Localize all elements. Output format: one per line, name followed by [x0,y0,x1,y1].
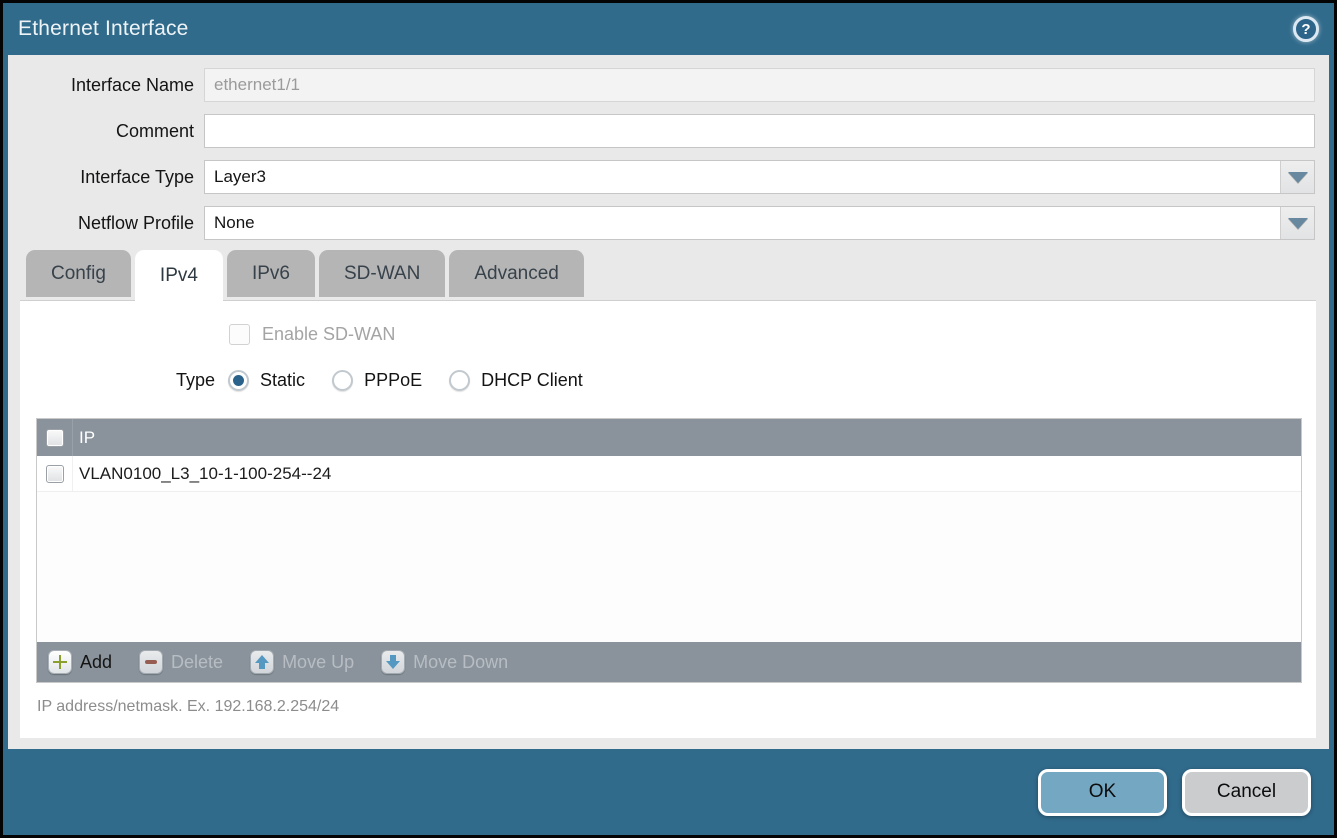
radio-option-pppoe[interactable]: PPPoE [332,370,422,391]
ethernet-interface-dialog: Ethernet Interface ? Interface Name Comm… [0,0,1337,838]
radio-option-static[interactable]: Static [228,370,305,391]
interface-name-field [204,68,1315,102]
tab-advanced[interactable]: Advanced [449,250,584,297]
ip-cell: VLAN0100_L3_10-1-100-254--24 [73,464,331,484]
ip-table-header: IP [37,419,1301,456]
dialog-title: Ethernet Interface [18,17,189,41]
chevron-down-icon [1288,172,1308,183]
ip-table: IP VLAN0100_L3_10-1-100-254--24 Add [36,418,1302,683]
add-button-label: Add [80,652,112,673]
interface-type-label: Interface Type [8,167,204,188]
interface-type-value: Layer3 [205,161,1280,193]
cancel-button[interactable]: Cancel [1182,769,1311,816]
form-row-interface-type: Interface Type Layer3 [8,160,1329,194]
delete-button[interactable]: Delete [139,650,223,674]
form-row-comment: Comment [8,114,1329,148]
arrow-up-icon [250,650,274,674]
table-row[interactable]: VLAN0100_L3_10-1-100-254--24 [37,456,1301,492]
table-toolbar: Add Delete Move Up Move Down [37,642,1301,682]
dialog-body: Interface Name Comment Interface Type [8,55,1329,749]
netflow-profile-label: Netflow Profile [8,213,204,234]
radio-label: DHCP Client [481,370,583,391]
enable-sdwan-label: Enable SD-WAN [262,324,395,345]
dialog-titlebar: Ethernet Interface ? [3,3,1334,55]
radio-label: Static [260,370,305,391]
interface-type-select[interactable]: Layer3 [204,160,1315,194]
move-down-button[interactable]: Move Down [381,650,508,674]
help-icon[interactable]: ? [1293,16,1319,42]
netflow-profile-dropdown-button[interactable] [1280,207,1314,239]
tab-ipv4[interactable]: IPv4 [135,250,223,301]
interface-form: Interface Name Comment Interface Type [8,68,1329,240]
tab-bar: Config IPv4 IPv6 SD-WAN Advanced [8,250,1329,300]
arrow-down-icon [381,650,405,674]
ipv4-panel: Enable SD-WAN Type Static PPPoE DHCP Cli… [20,300,1316,738]
move-down-button-label: Move Down [413,652,508,673]
row-checkbox-cell [37,456,73,491]
form-row-netflow-profile: Netflow Profile None [8,206,1329,240]
add-button[interactable]: Add [48,650,112,674]
type-radio-group: Type Static PPPoE DHCP Client [176,370,1316,391]
table-empty-area [37,492,1301,642]
move-up-button[interactable]: Move Up [250,650,354,674]
type-label: Type [176,370,215,391]
screen: Ethernet Interface ? Interface Name Comm… [0,0,1337,838]
select-all-checkbox[interactable] [46,429,64,447]
tab-sdwan[interactable]: SD-WAN [319,250,445,297]
comment-label: Comment [8,121,204,142]
radio-label: PPPoE [364,370,422,391]
interface-name-label: Interface Name [8,75,204,96]
form-row-interface-name: Interface Name [8,68,1329,102]
tab-config[interactable]: Config [26,250,131,297]
dialog-footer: OK Cancel [3,749,1334,835]
ip-format-hint: IP address/netmask. Ex. 192.168.2.254/24 [37,698,1316,716]
radio-unselected-icon [449,370,470,391]
header-checkbox-cell [37,419,73,456]
netflow-profile-select[interactable]: None [204,206,1315,240]
enable-sdwan-row: Enable SD-WAN [229,301,1316,345]
chevron-down-icon [1288,218,1308,229]
comment-field[interactable] [204,114,1315,148]
tab-ipv6[interactable]: IPv6 [227,250,315,297]
ok-button[interactable]: OK [1038,769,1167,816]
enable-sdwan-checkbox[interactable] [229,324,250,345]
ip-column-header[interactable]: IP [73,428,95,448]
radio-selected-icon [228,370,249,391]
radio-option-dhcp-client[interactable]: DHCP Client [449,370,583,391]
row-checkbox[interactable] [46,465,64,483]
interface-type-dropdown-button[interactable] [1280,161,1314,193]
radio-unselected-icon [332,370,353,391]
minus-icon [139,650,163,674]
plus-icon [48,650,72,674]
move-up-button-label: Move Up [282,652,354,673]
netflow-profile-value: None [205,207,1280,239]
delete-button-label: Delete [171,652,223,673]
